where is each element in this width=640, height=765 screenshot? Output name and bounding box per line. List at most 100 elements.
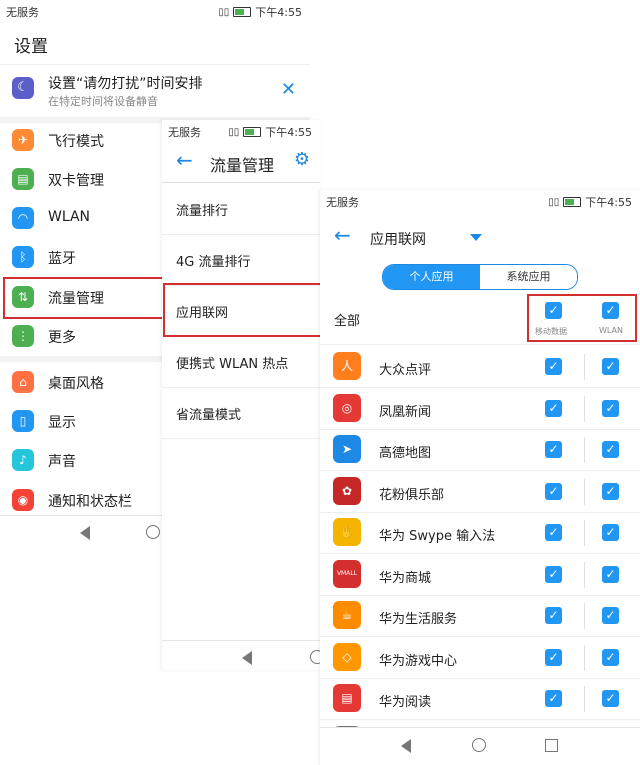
home-nav-icon[interactable]: [310, 650, 320, 664]
home-style-icon: ⌂: [12, 371, 34, 393]
app-name: 华为商城: [379, 570, 432, 586]
settings-item-label: 蓝牙: [48, 251, 76, 267]
back-arrow-icon[interactable]: ←: [334, 223, 351, 247]
status-bar: 无服务 ▯▯ 下午4:55: [162, 120, 320, 142]
battery-icon: [243, 127, 262, 137]
settings-item-label: 声音: [48, 454, 76, 470]
battery-icon: [563, 197, 582, 207]
wlan-checkbox[interactable]: ✓: [602, 648, 619, 666]
back-nav-icon[interactable]: [242, 651, 252, 665]
app-row: ▤ 华为阅读 ✓ ✓: [320, 678, 640, 720]
dnd-suggestion[interactable]: ☾ 设置“请勿打扰”时间安排 在特定时间将设备静音 ✕: [0, 64, 310, 123]
app-name: 花粉俱乐部: [379, 487, 445, 503]
app-row: ✿ 花粉俱乐部 ✓ ✓: [320, 471, 640, 513]
mobile-data-checkbox[interactable]: ✓: [545, 482, 562, 500]
ifeng-icon: ◎: [333, 393, 361, 422]
mobile-data-checkbox[interactable]: ✓: [545, 399, 562, 417]
back-nav-icon[interactable]: [401, 739, 411, 753]
settings-item-label: 飞行模式: [48, 134, 104, 150]
mobile-data-checkbox[interactable]: ✓: [545, 524, 562, 541]
traffic-item-save-mode[interactable]: 省流量模式: [162, 387, 320, 439]
app-row: 人 大众点评 ✓ ✓: [320, 346, 640, 388]
clock: 下午4:55: [585, 196, 632, 209]
display-icon: ▯: [12, 410, 34, 432]
wlan-checkbox[interactable]: ✓: [602, 358, 619, 375]
dnd-title: 设置“请勿打扰”时间安排: [48, 76, 203, 92]
huafen-icon: ✿: [333, 476, 361, 505]
gear-icon[interactable]: ⚙: [294, 149, 310, 170]
column-divider: [584, 395, 585, 422]
settings-item-label: 通知和状态栏: [48, 494, 132, 510]
vibrate-icon: ▯▯: [548, 196, 560, 208]
swype-icon: ✋: [333, 518, 361, 546]
app-row: ◎ 凤凰新闻 ✓ ✓: [320, 388, 640, 430]
app-name: 大众点评: [379, 363, 432, 378]
page-title: 设置: [14, 37, 48, 57]
app-name: 高德地图: [379, 446, 432, 461]
status-right: ▯▯ 下午4:55: [218, 4, 302, 20]
wlan-checkbox[interactable]: ✓: [602, 565, 619, 583]
traffic-item-ranking[interactable]: 流量排行: [162, 183, 320, 235]
traffic-item-4g-ranking[interactable]: 4G 流量排行: [162, 234, 320, 286]
notification-icon: ◉: [12, 489, 34, 511]
recents-nav-icon[interactable]: [545, 739, 558, 752]
mobile-data-checkbox[interactable]: ✓: [545, 690, 562, 707]
column-divider: [584, 686, 585, 712]
app-bar: ← 流量管理 ⚙: [162, 142, 320, 183]
app-row: ➤ 高德地图 ✓ ✓: [320, 429, 640, 471]
app-name: 凤凰新闻: [379, 404, 432, 420]
wlan-checkbox[interactable]: ✓: [602, 524, 619, 541]
dnd-subtitle: 在特定时间将设备静音: [48, 95, 158, 108]
column-divider: [584, 644, 585, 671]
status-bar: 无服务 ▯▯ 下午4:55: [320, 190, 640, 212]
mobile-data-checkbox[interactable]: ✓: [545, 565, 562, 583]
back-arrow-icon[interactable]: ←: [176, 148, 193, 172]
app-name: 华为 Swype 输入法: [379, 529, 496, 544]
wlan-checkbox[interactable]: ✓: [602, 399, 619, 417]
wlan-checkbox[interactable]: ✓: [602, 441, 619, 458]
mobile-data-checkbox[interactable]: ✓: [545, 648, 562, 666]
mobile-data-checkbox[interactable]: ✓: [545, 441, 562, 458]
life-service-icon: ☕: [333, 601, 361, 629]
wifi-icon: ◠: [12, 207, 34, 229]
app-name: 华为阅读: [379, 695, 432, 710]
dianping-icon: 人: [333, 352, 361, 380]
nav-bar: [162, 640, 320, 670]
back-nav-icon[interactable]: [80, 526, 90, 540]
column-divider: [584, 520, 585, 546]
wlan-checkbox[interactable]: ✓: [602, 690, 619, 707]
app-row: ✋ 华为 Swype 输入法 ✓ ✓: [320, 512, 640, 554]
wlan-checkbox[interactable]: ✓: [602, 482, 619, 500]
traffic-item-label: 4G 流量排行: [176, 255, 251, 270]
tab-system-apps[interactable]: 系统应用: [480, 265, 577, 289]
status-bar: 无服务 ▯▯ 下午4:55: [0, 0, 310, 22]
battery-icon: [233, 7, 252, 17]
settings-item-label: 桌面风格: [48, 376, 104, 392]
select-all-label: 全部: [334, 314, 361, 329]
home-nav-icon[interactable]: [146, 525, 160, 539]
tab-personal-apps[interactable]: 个人应用: [383, 265, 480, 289]
sound-icon: ♪: [12, 449, 34, 471]
app-name: 华为游戏中心: [379, 653, 458, 669]
column-divider: [584, 478, 585, 505]
app-row: ◇ 华为游戏中心 ✓ ✓: [320, 637, 640, 679]
app-network-screen: 无服务 ▯▯ 下午4:55 ← 应用联网 个人应用 系统应用 全部 ✓ 移动数据…: [320, 190, 640, 765]
vmall-icon: VMALL: [333, 559, 361, 588]
mobile-data-checkbox[interactable]: ✓: [545, 607, 562, 624]
vibrate-icon: ▯▯: [228, 126, 240, 138]
settings-item-label: 双卡管理: [48, 173, 104, 189]
traffic-item-label: 省流量模式: [176, 408, 242, 423]
chevron-down-icon[interactable]: [470, 234, 482, 241]
traffic-item-label: 便携式 WLAN 热点: [176, 357, 289, 372]
close-icon[interactable]: ✕: [281, 79, 296, 100]
traffic-item-hotspot[interactable]: 便携式 WLAN 热点: [162, 336, 320, 388]
wlan-checkbox[interactable]: ✓: [602, 607, 619, 624]
app-row: VMALL 华为商城 ✓ ✓: [320, 554, 640, 596]
mobile-data-checkbox[interactable]: ✓: [545, 358, 562, 375]
highlight-box: [163, 283, 320, 337]
home-nav-icon[interactable]: [472, 738, 486, 752]
game-center-icon: ◇: [333, 642, 361, 671]
carrier-label: 无服务: [168, 126, 201, 139]
app-bar: ← 应用联网: [320, 212, 640, 262]
column-divider: [584, 561, 585, 588]
